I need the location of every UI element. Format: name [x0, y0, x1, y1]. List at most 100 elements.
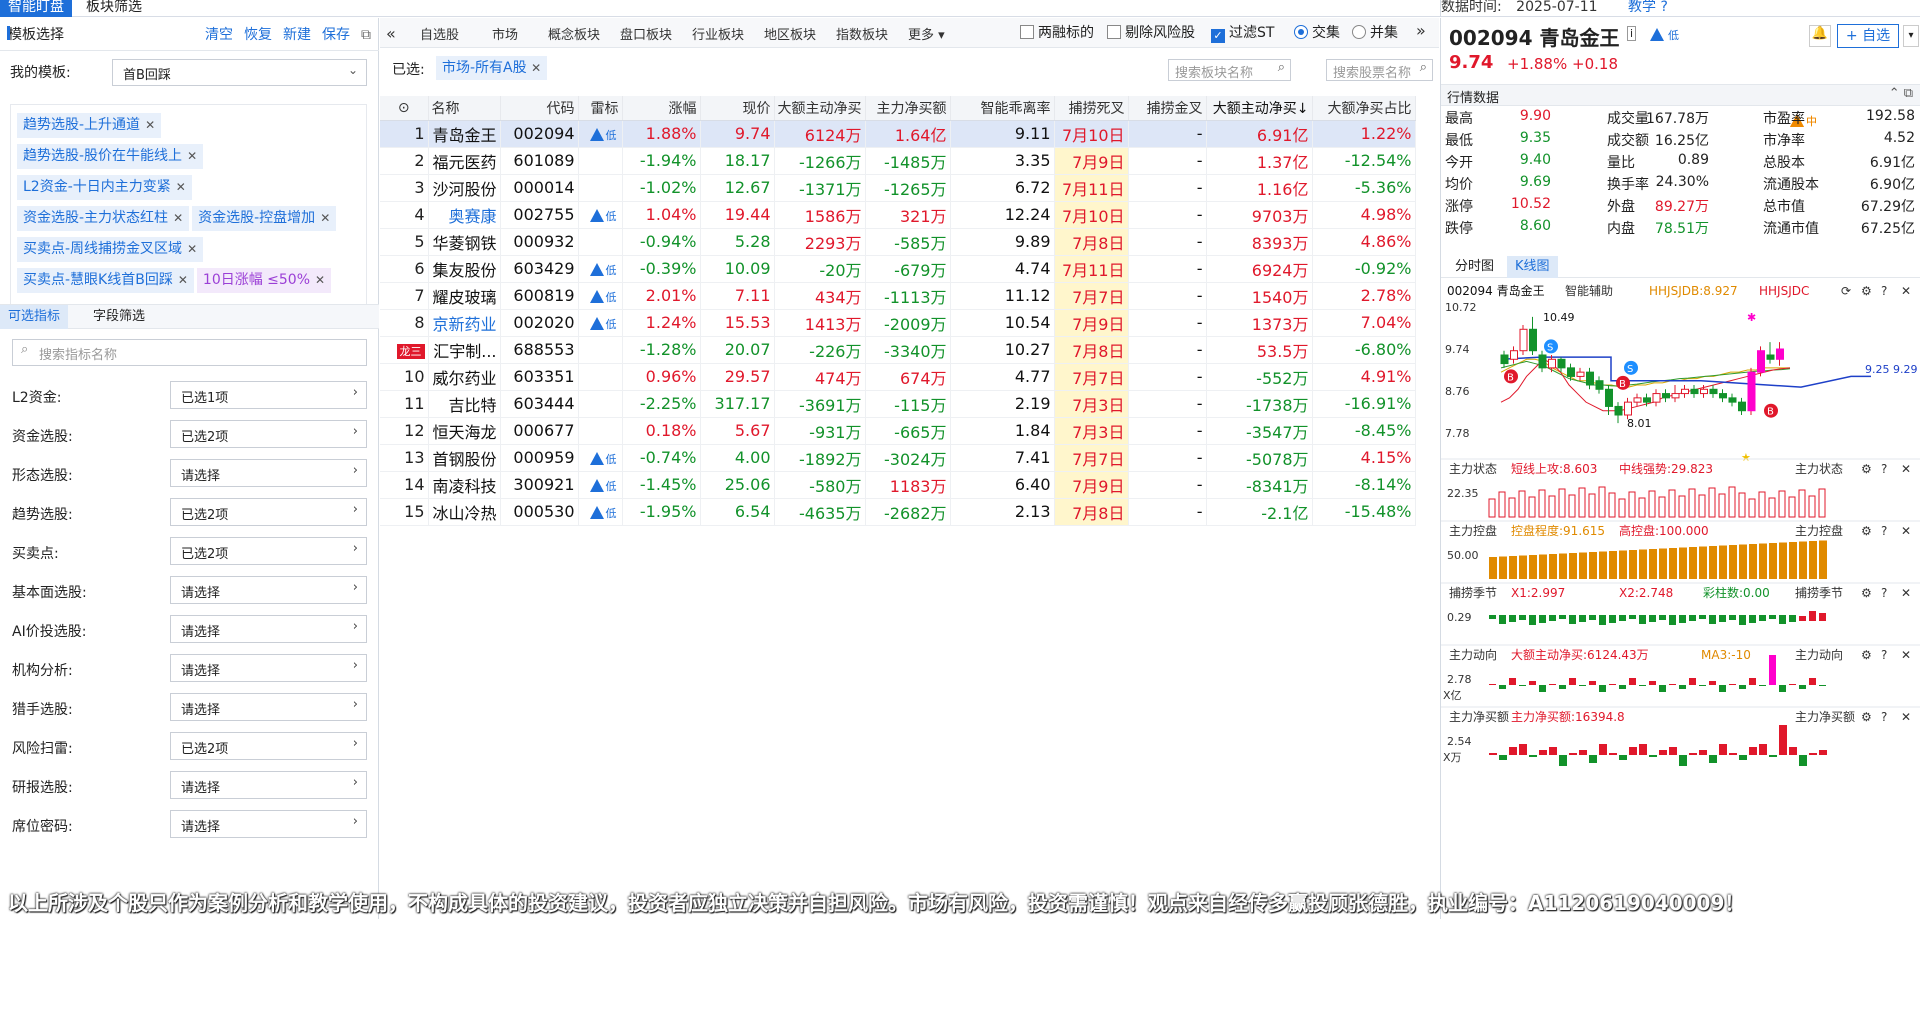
- filter-select[interactable]: 已选2项 ›: [170, 732, 367, 760]
- add-watchlist-button[interactable]: + 自选: [1837, 24, 1899, 48]
- risk-badge[interactable]: 低: [588, 209, 619, 224]
- risk-badge[interactable]: 低: [588, 506, 619, 521]
- clear-button[interactable]: 清空: [205, 27, 233, 43]
- stock-name[interactable]: 南凌科技: [428, 471, 501, 499]
- tab-optional-indicators[interactable]: 可选指标: [0, 305, 69, 329]
- filter-select[interactable]: 请选择 ›: [170, 810, 367, 838]
- filter-select[interactable]: 请选择 ›: [170, 615, 367, 643]
- col-code[interactable]: 代码: [500, 96, 579, 121]
- nav-tape[interactable]: 盘口板块: [620, 24, 672, 43]
- filter-select[interactable]: 请选择 ›: [170, 693, 367, 721]
- tag-chip[interactable]: 买卖点-慧眼K线首B回踩 ✕: [17, 268, 194, 293]
- stock-name[interactable]: 耀皮玻璃: [428, 282, 501, 310]
- tag-chip[interactable]: 资金选股-控盘增加 ✕: [192, 206, 337, 231]
- risk-badge[interactable]: 低: [588, 290, 619, 305]
- close-icon[interactable]: ✕: [187, 149, 197, 163]
- stock-name[interactable]: 沙河股份: [428, 174, 501, 202]
- risk-checkbox[interactable]: 剔除风险股: [1107, 22, 1195, 42]
- stock-search-input[interactable]: 搜索股票名称 ⌕: [1326, 59, 1433, 81]
- st-checkbox[interactable]: ✓ 过滤ST: [1211, 22, 1274, 43]
- bell-icon[interactable]: 🔔: [1809, 25, 1831, 47]
- filter-select[interactable]: 已选2项 ›: [170, 537, 367, 565]
- table-row[interactable]: 龙三 汇宇制... 688553 中 -1.28% 20.07 -226万 -3340万 10.…: [380, 114, 1817, 364]
- filter-select[interactable]: 已选2项 ›: [170, 498, 367, 526]
- close-icon[interactable]: ✕: [315, 273, 325, 287]
- my-template-select[interactable]: 首B回踩 ⌄: [112, 59, 367, 86]
- tab-timeshare[interactable]: 分时图: [1447, 256, 1502, 278]
- nav-watchlist[interactable]: 自选股: [420, 24, 459, 43]
- tab-field-filter[interactable]: 字段筛选: [85, 305, 153, 329]
- close-icon[interactable]: ✕: [173, 211, 183, 225]
- risk-badge[interactable]: 低: [588, 128, 619, 143]
- tag-chip[interactable]: 买卖点-周线捕捞金叉区域 ✕: [17, 237, 204, 262]
- stock-name[interactable]: 汇宇制...: [428, 336, 501, 364]
- filter-label: 形态选股:: [12, 468, 73, 484]
- risk-badge[interactable]: 低: [588, 317, 619, 332]
- filter-select[interactable]: 请选择 ›: [170, 771, 367, 799]
- tag-chip[interactable]: 趋势选股-上升通道 ✕: [17, 113, 162, 138]
- nav-industry[interactable]: 行业板块: [692, 24, 744, 43]
- close-icon[interactable]: ✕: [176, 180, 186, 194]
- new-button[interactable]: 新建: [283, 27, 311, 43]
- risk-badge[interactable]: 低: [588, 452, 619, 467]
- margin-checkbox[interactable]: 两融标的: [1020, 22, 1094, 42]
- tag-chip[interactable]: 趋势选股-股价在牛能线上 ✕: [17, 144, 204, 169]
- col-name[interactable]: 名称: [428, 96, 501, 121]
- risk-badge[interactable]: 低: [588, 479, 619, 494]
- settings-icon[interactable]: ⊙: [380, 96, 429, 121]
- col-change[interactable]: 涨幅: [622, 96, 701, 121]
- indicator-search-input[interactable]: ⌕ 搜索指标名称: [12, 339, 367, 366]
- teach-link[interactable]: 教学: [1628, 0, 1656, 15]
- filter-select[interactable]: 请选择 ›: [170, 576, 367, 604]
- tab-smart-watch[interactable]: 智能盯盘: [0, 0, 72, 17]
- stock-name[interactable]: 集友股份: [428, 255, 501, 283]
- board-search-input[interactable]: 搜索板块名称 ⌕: [1168, 59, 1291, 81]
- info-icon[interactable]: i: [1627, 26, 1637, 41]
- tab-board-filter[interactable]: 板块筛选: [78, 0, 150, 17]
- nav-concept[interactable]: 概念板块: [548, 24, 600, 43]
- intersect-radio[interactable]: 交集: [1294, 22, 1340, 42]
- nav-more[interactable]: 更多 ▾: [908, 24, 945, 43]
- nav-market[interactable]: 市场: [492, 24, 518, 43]
- tag-chip[interactable]: 10日涨幅 ≤50% ✕: [196, 268, 332, 293]
- nav-index[interactable]: 指数板块: [836, 24, 888, 43]
- filter-select[interactable]: 请选择 ›: [170, 654, 367, 682]
- kline-chart[interactable]: 002094 青岛金王 智能辅助 HHJSJDB:8.927 HHJSJDC ⟳ ⚙? ✕ 1…: [1441, 281, 1920, 919]
- help-icon[interactable]: ?: [1660, 0, 1667, 15]
- close-icon[interactable]: ✕: [531, 61, 541, 75]
- close-icon[interactable]: ✕: [320, 211, 330, 225]
- stock-name[interactable]: 京新药业: [428, 309, 501, 337]
- stock-name[interactable]: 首钢股份: [428, 444, 501, 472]
- expand-right-icon[interactable]: »: [1416, 21, 1426, 40]
- stock-name[interactable]: 冰山冷热: [428, 498, 501, 526]
- close-icon[interactable]: ✕: [145, 118, 155, 132]
- stock-name[interactable]: 福元医药: [428, 147, 501, 175]
- collapse-icon[interactable]: ⌃ ⧉: [1889, 86, 1913, 101]
- stock-name[interactable]: 恒天海龙: [428, 417, 501, 445]
- close-icon[interactable]: ✕: [178, 273, 188, 287]
- filter-select[interactable]: 已选2项 ›: [170, 420, 367, 448]
- panel-bar: [1588, 493, 1596, 518]
- filter-select[interactable]: 请选择 ›: [170, 459, 367, 487]
- export-icon[interactable]: ⧉: [361, 27, 371, 43]
- close-icon[interactable]: ✕: [187, 242, 197, 256]
- col-risk[interactable]: 雷标: [578, 96, 623, 121]
- selected-chip[interactable]: 市场-所有A股 ✕: [436, 56, 548, 80]
- collapse-left-icon[interactable]: «: [386, 24, 396, 43]
- filter-select[interactable]: 已选1项 ›: [170, 381, 367, 409]
- stock-name[interactable]: 吉比特: [428, 390, 501, 418]
- stock-name[interactable]: 奥赛康: [428, 201, 501, 229]
- save-button[interactable]: 保存: [322, 27, 350, 43]
- stock-name[interactable]: 青岛金王: [428, 120, 501, 148]
- risk-badge[interactable]: 低: [588, 263, 619, 278]
- stock-name[interactable]: 华菱钢铁: [428, 228, 501, 256]
- tab-kline[interactable]: K线图: [1507, 256, 1558, 278]
- restore-button[interactable]: 恢复: [244, 27, 272, 43]
- nav-region[interactable]: 地区板块: [764, 24, 816, 43]
- panel-bar: [1629, 678, 1636, 685]
- union-radio[interactable]: 并集: [1352, 22, 1398, 42]
- chevron-down-icon[interactable]: ▾: [1903, 25, 1919, 47]
- tag-chip[interactable]: 资金选股-主力状态红柱 ✕: [17, 206, 190, 231]
- tag-chip[interactable]: L2资金-十日内主力变紧 ✕: [17, 175, 192, 200]
- stock-name[interactable]: 威尔药业: [428, 363, 501, 391]
